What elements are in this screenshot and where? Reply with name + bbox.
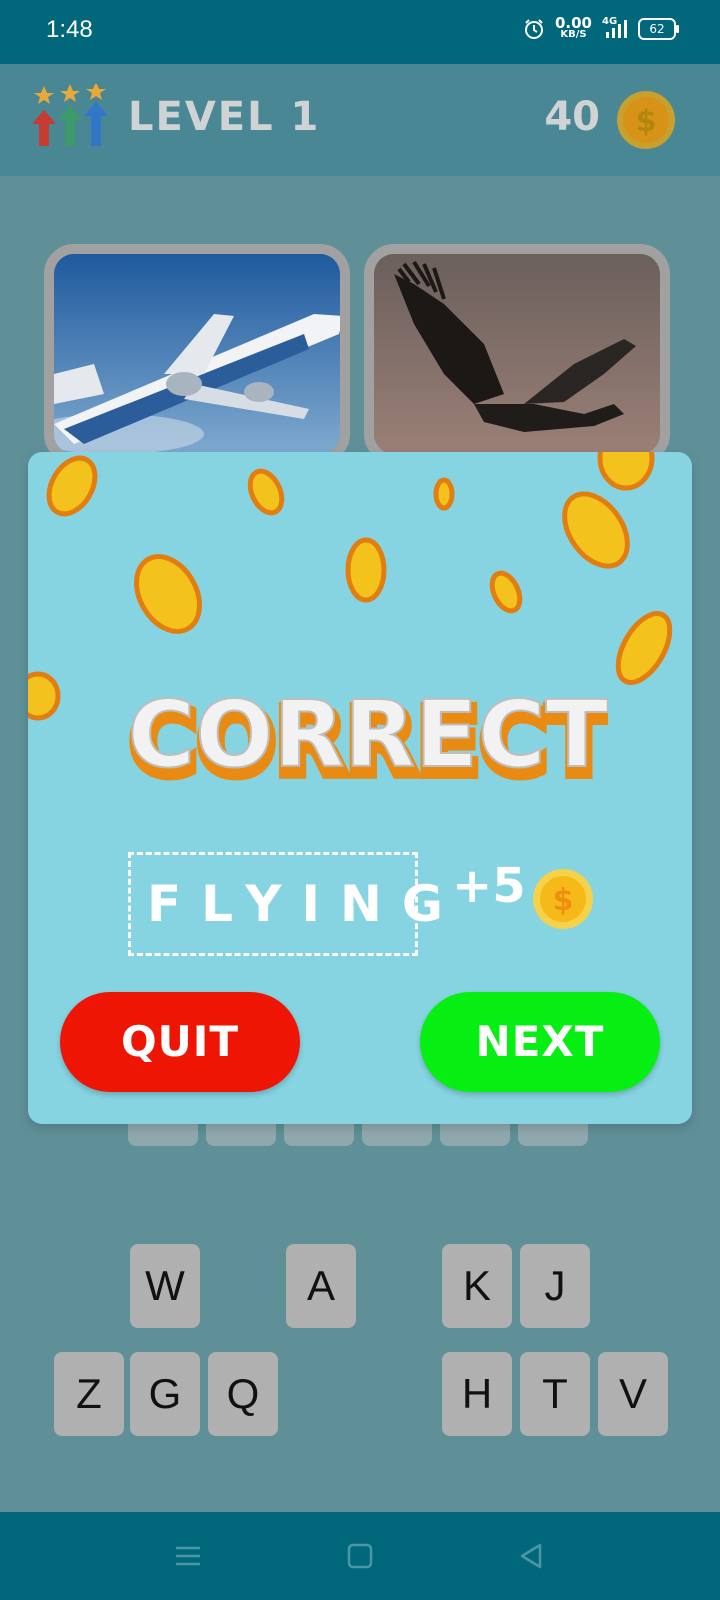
coin-count: 40 <box>544 94 600 140</box>
svg-text:CORRECT: CORRECT <box>128 681 608 788</box>
svg-text:$: $ <box>636 104 657 139</box>
letter-key[interactable]: T <box>520 1352 590 1436</box>
network-speed: 0.00 KB/S <box>554 14 592 41</box>
level-stars-arrows-icon <box>32 84 108 146</box>
status-time: 1:48 <box>46 16 93 43</box>
puzzle-image-airplane <box>44 244 350 464</box>
letter-key[interactable]: Z <box>54 1352 124 1436</box>
status-bar: 1:48 0.00 KB/S 4G 62 <box>0 0 720 64</box>
signal-icon: 4G <box>602 16 628 40</box>
letter-key[interactable]: A <box>286 1244 356 1328</box>
menu-icon[interactable] <box>172 1540 204 1572</box>
status-icons: 0.00 KB/S 4G 62 <box>523 14 679 41</box>
letter-key[interactable]: V <box>598 1352 668 1436</box>
quit-button[interactable]: QUIT <box>60 992 300 1092</box>
letter-key[interactable]: Q <box>208 1352 278 1436</box>
answer-word: FLYING <box>128 852 443 956</box>
alarm-icon <box>524 19 543 39</box>
bird-image <box>374 254 660 454</box>
airplane-image <box>54 254 340 454</box>
correct-dialog: CORRECT CORRECT FLYING +5 $ QUIT NEXT <box>28 452 692 1124</box>
game-header: LEVEL 1 40 $ <box>0 64 720 176</box>
level-title: LEVEL 1 <box>128 94 321 140</box>
network-speed-value: 0.00 <box>554 14 592 32</box>
letter-key[interactable]: G <box>130 1352 200 1436</box>
letter-key[interactable]: H <box>442 1352 512 1436</box>
reward-amount: +5 <box>452 858 526 914</box>
network-speed-unit: KB/S <box>560 29 587 40</box>
coin-icon: $ <box>533 869 593 929</box>
letter-key[interactable]: W <box>130 1244 200 1328</box>
letter-key[interactable]: J <box>520 1244 590 1328</box>
letter-key[interactable]: K <box>442 1244 512 1328</box>
puzzle-image-bird <box>364 244 670 464</box>
next-button[interactable]: NEXT <box>420 992 660 1092</box>
correct-title: CORRECT CORRECT <box>128 680 608 790</box>
coin-icon[interactable]: $ <box>616 90 676 150</box>
back-icon[interactable] <box>516 1540 548 1572</box>
battery-icon: 62 <box>638 18 679 40</box>
system-nav-bar <box>0 1512 720 1600</box>
svg-text:$: $ <box>553 883 574 918</box>
home-icon[interactable] <box>344 1540 376 1572</box>
